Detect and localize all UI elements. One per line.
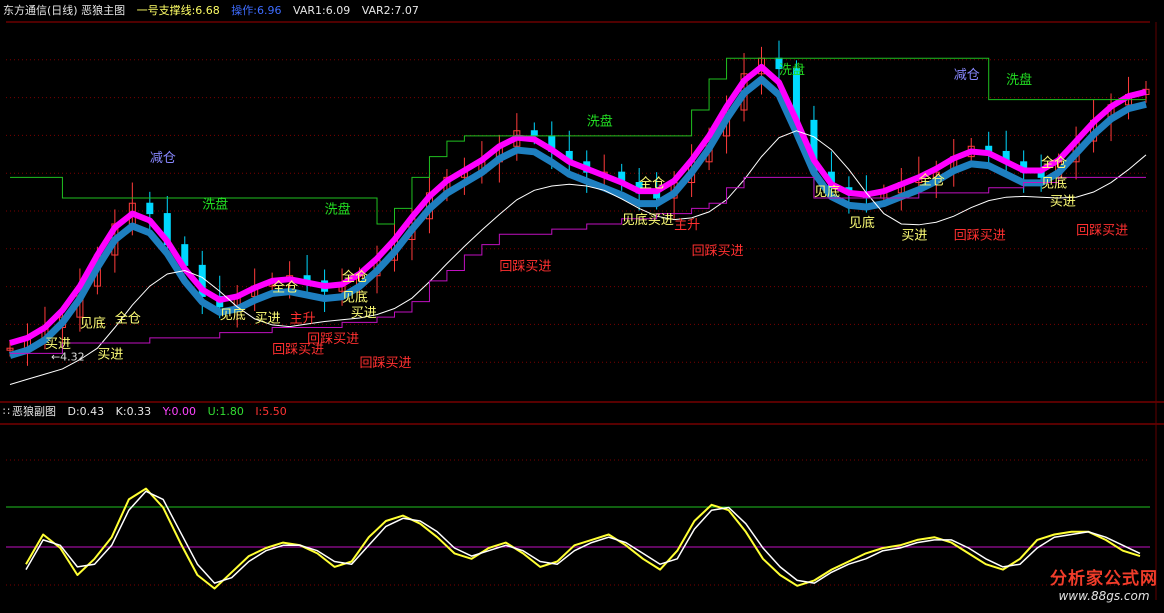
signal-label: 主升 — [290, 311, 316, 326]
signal-label: 买进 — [97, 348, 123, 363]
candle-body — [146, 202, 154, 215]
signal-label: 回踩买进 — [1076, 223, 1128, 238]
signal-label: 洗盘 — [202, 196, 228, 212]
main-chart-header: 东方通信(日线) 恶狼主图 一号支撑线:6.68 操作:6.96 VAR1:6.… — [3, 4, 427, 18]
var1-label: VAR1:6.09 — [293, 4, 351, 17]
signal-label: 回踩买进 — [307, 332, 359, 347]
chart-svg: ←4.32←7.30减仓洗盘洗盘洗盘洗盘减仓洗盘全仓见底买进买进见底买进全仓主升… — [0, 21, 1164, 600]
extreme-label: ←4.32 — [51, 351, 85, 364]
sub-chart-grip-icon: ∷ — [3, 405, 10, 418]
support-label: 一号支撑线:6.68 — [136, 4, 220, 17]
k-label: K:0.33 — [115, 405, 152, 418]
upper-line — [10, 57, 1146, 225]
u-label: U:1.80 — [207, 405, 244, 418]
candle-body — [530, 130, 538, 137]
watermark: 分析家公式网 www.88gs.com — [1050, 564, 1158, 603]
signal-label: 全仓 — [342, 269, 368, 285]
signal-label: 买进 — [45, 337, 71, 352]
ribbon-magenta — [9, 63, 1147, 346]
watermark-title: 分析家公式网 — [1050, 569, 1158, 589]
signal-label: 见底 — [814, 184, 840, 200]
signal-label: 洗盘 — [779, 62, 805, 78]
signal-label: 主升 — [674, 218, 700, 233]
y-label: Y:0.00 — [162, 405, 197, 418]
signal-label: 见底 — [1041, 176, 1067, 192]
signal-label: 洗盘 — [325, 202, 351, 218]
signal-label: 回踩买进 — [360, 356, 412, 371]
signal-label: 减仓 — [150, 151, 176, 166]
signal-label: 见底 — [80, 316, 106, 332]
signal-label: 减仓 — [954, 68, 980, 83]
signal-label: 买进 — [901, 228, 927, 243]
signal-label: 洗盘 — [1006, 72, 1032, 88]
main-title: 东方通信(日线) 恶狼主图 — [3, 4, 126, 17]
signal-label: 全仓 — [272, 279, 298, 295]
signal-label: 全仓 — [639, 176, 665, 192]
signal-label: 全仓 — [1041, 155, 1067, 171]
signal-label: 见底 — [849, 215, 875, 231]
var2-label: VAR2:7.07 — [361, 4, 419, 17]
watermark-url: www.88gs.com — [1058, 589, 1150, 603]
signal-label: 回踩买进 — [692, 244, 744, 259]
signal-label: 买进 — [648, 213, 674, 228]
i-label: I:5.50 — [255, 405, 287, 418]
signal-label: 回踩买进 — [954, 228, 1006, 243]
signal-label: 买进 — [351, 306, 377, 321]
osc-series-K — [25, 490, 1141, 584]
signal-label: 买进 — [255, 311, 281, 326]
signal-label: 买进 — [1050, 194, 1076, 209]
signal-label: 全仓 — [115, 310, 141, 326]
signal-label: 回踩买进 — [499, 260, 551, 275]
ribbon-blue — [9, 75, 1147, 359]
signal-label: 见底 — [342, 290, 368, 306]
signal-label: 见底 — [622, 212, 648, 228]
signal-label: 见底 — [220, 307, 246, 323]
d-label: D:0.43 — [67, 405, 105, 418]
sub-title: 恶狼副图 — [12, 405, 56, 418]
osc-series-D — [25, 487, 1141, 590]
chart-stage: ←4.32←7.30减仓洗盘洗盘洗盘洗盘减仓洗盘全仓见底买进买进见底买进全仓主升… — [0, 0, 1164, 609]
sub-chart-header: ∷ 恶狼副图 D:0.43 K:0.33 Y:0.00 U:1.80 I:5.50 — [3, 405, 295, 419]
signal-label: 全仓 — [919, 173, 945, 189]
operate-label: 操作:6.96 — [231, 4, 282, 17]
signal-label: 洗盘 — [587, 114, 613, 130]
